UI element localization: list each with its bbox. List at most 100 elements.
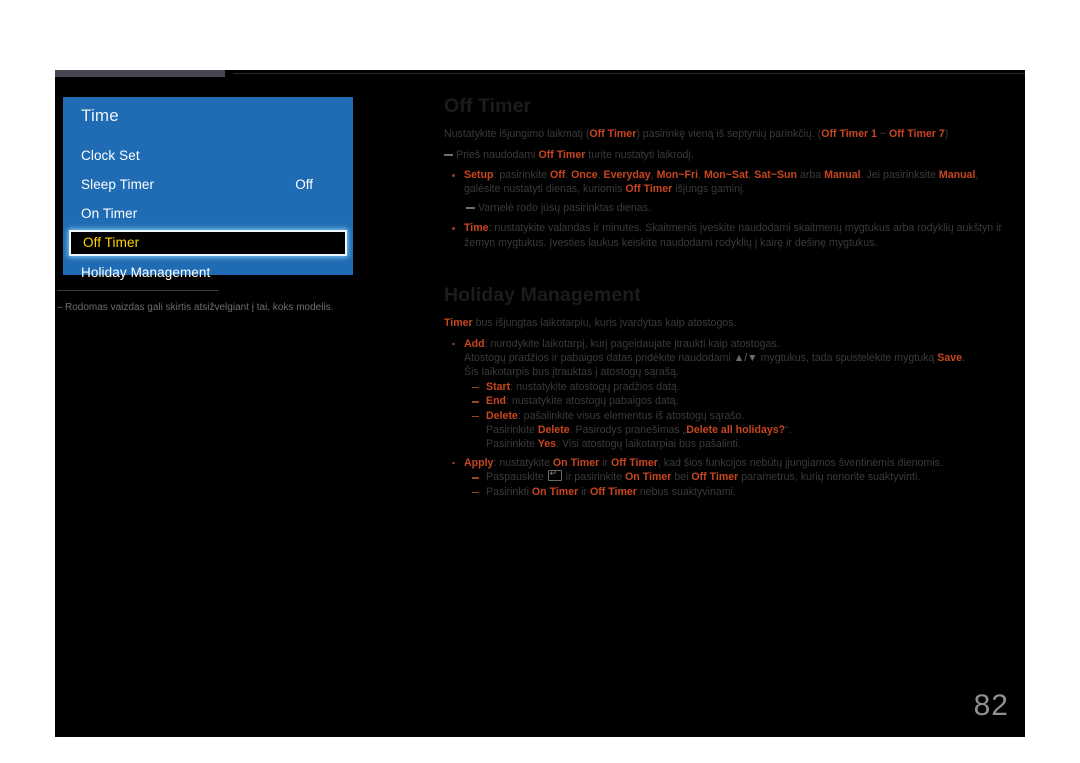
text-fragment: išjungs gaminį. bbox=[672, 183, 746, 196]
list-item-end: End: nustatykite atostogų pabaigos datą. bbox=[472, 394, 1014, 408]
manual-page-canvas: Time Clock Set Sleep Timer Off On Timer … bbox=[55, 70, 1025, 737]
page-root: Time Clock Set Sleep Timer Off On Timer … bbox=[0, 0, 1080, 763]
off-timer-checkmark-note: Varnelė rodo jūsų pasirinktas dienas. bbox=[466, 201, 1014, 216]
sidebar-item-label: Sleep Timer bbox=[81, 177, 155, 192]
osd-panel-title: Time bbox=[81, 106, 119, 125]
term-off: Off bbox=[549, 169, 566, 181]
term-once: Once bbox=[571, 169, 598, 181]
sidebar-item-label: Holiday Management bbox=[81, 265, 211, 280]
term-off-timer-1: Off Timer 1 bbox=[821, 128, 877, 140]
text-fragment: Nustatykite išjungimo laikmatį ( bbox=[444, 128, 590, 140]
text-fragment: : nustatykite bbox=[493, 456, 553, 469]
text-fragment: . Visi atostogų laikotarpiai bus pašalin… bbox=[556, 438, 741, 451]
term-manual: Manual bbox=[824, 169, 861, 181]
add-detail-line-2: Šis laikotarpis bus įtrauktas į atostogų… bbox=[464, 366, 679, 379]
term-setup: Setup bbox=[464, 169, 494, 181]
term-manual: Manual bbox=[938, 169, 976, 181]
sidebar-item-label: Clock Set bbox=[81, 148, 140, 163]
updown-arrows-icon: ▲/▼ bbox=[733, 352, 758, 365]
sidebar-item-sleep-timer[interactable]: Sleep Timer Off bbox=[63, 170, 353, 199]
text-fragment: Pasirinkite bbox=[486, 438, 538, 451]
text-fragment: “. bbox=[785, 424, 792, 437]
term-apply: Apply bbox=[464, 456, 494, 469]
text-fragment: bei bbox=[671, 471, 692, 484]
text-fragment: : nustatykite atostogų pradžios datą. bbox=[510, 380, 680, 393]
sidebar-item-value: Off bbox=[295, 177, 313, 192]
footnote: – Rodomas vaizdas gali skirtis atsižvelgi… bbox=[57, 302, 397, 313]
text-fragment: . Jei pasirinksite bbox=[860, 169, 939, 181]
term-delete: Delete bbox=[486, 409, 518, 422]
list-item-add: Add: nurodykite laikotarpį, kurį pageida… bbox=[452, 337, 1014, 452]
sidebar-item-off-timer[interactable]: Off Timer bbox=[69, 230, 347, 256]
text-fragment: parametrus, kurių nenorite suaktyvinti. bbox=[738, 471, 921, 484]
term-off-timer: Off Timer bbox=[589, 128, 637, 140]
term-off-timer: Off Timer bbox=[625, 183, 673, 196]
term-yes: Yes bbox=[537, 438, 557, 451]
term-end: End bbox=[486, 395, 507, 408]
term-on-timer: On Timer bbox=[552, 456, 600, 469]
term-on-timer: On Timer bbox=[531, 485, 579, 498]
term-everyday: Everyday bbox=[603, 169, 651, 181]
off-timer-intro: Nustatykite išjungimo laikmatį (Off Time… bbox=[444, 127, 1014, 142]
page-title-holiday-management: Holiday Management bbox=[444, 284, 641, 307]
text-fragment: bus išjungtas laikotarpiu, kuris įvardyt… bbox=[472, 317, 737, 330]
term-timer: Timer bbox=[444, 317, 473, 330]
footnote-text: Rodomas vaizdas gali skirtis atsižvelgia… bbox=[65, 302, 334, 313]
text-fragment: ) bbox=[944, 128, 949, 140]
term-off-timer: Off Timer bbox=[691, 471, 739, 484]
list-item-apply: Apply: nustatykite On Timer ir Off Timer… bbox=[452, 456, 1014, 499]
term-save: Save bbox=[937, 352, 962, 365]
page-title-off-timer: Off Timer bbox=[444, 95, 532, 117]
list-item-apply-selected: Pasirinkti On Timer ir Off Timer nebus s… bbox=[472, 485, 1014, 499]
text-fragment: ~ bbox=[876, 128, 890, 140]
text-fragment: Paspauskite bbox=[486, 471, 547, 484]
term-mon-sat: Mon~Sat bbox=[703, 169, 749, 181]
text-fragment: mygtukus, tada spustelėkite mygtuką bbox=[757, 352, 938, 365]
sidebar-item-clock-set[interactable]: Clock Set bbox=[63, 141, 353, 170]
text-fragment: nebus suaktyvinami. bbox=[636, 485, 736, 498]
text-fragment: arba bbox=[796, 169, 825, 181]
term-off-timer: Off Timer bbox=[538, 148, 586, 161]
text-fragment: Prieš naudodami bbox=[456, 148, 539, 161]
text-fragment: : pasirinkite bbox=[493, 169, 550, 181]
text-fragment: ir bbox=[578, 485, 591, 498]
holiday-apply-sublist: Paspauskite ir pasirinkite On Timer bei … bbox=[464, 467, 1014, 499]
osd-menu-panel: Time Clock Set Sleep Timer Off On Timer … bbox=[63, 97, 353, 280]
holiday-add-sublist: Start: nustatykite atostogų pradžios dat… bbox=[464, 380, 1014, 452]
header-accent-bar bbox=[55, 70, 225, 77]
holiday-add-list: Add: nurodykite laikotarpį, kurį pageida… bbox=[444, 337, 1014, 452]
enter-key-icon bbox=[547, 467, 562, 482]
footnote-divider bbox=[57, 290, 219, 291]
sidebar-item-label: On Timer bbox=[81, 206, 138, 221]
text-fragment: ir bbox=[599, 456, 612, 469]
text-fragment: . Pasirodys pranešimas „ bbox=[569, 424, 687, 437]
manual-content: Off Timer Nustatykite išjungimo laikmatį… bbox=[444, 95, 1014, 503]
text-fragment: Pasirinkti bbox=[486, 485, 532, 498]
term-mon-fri: Mon~Fri bbox=[656, 169, 699, 181]
delete-detail-line-2: Pasirinkite Yes. Visi atostogų laikotarp… bbox=[486, 437, 1014, 451]
text-fragment: Pasirinkite bbox=[486, 424, 538, 437]
sidebar-item-holiday-management[interactable]: Holiday Management bbox=[63, 258, 353, 287]
term-start: Start bbox=[486, 380, 511, 393]
term-add: Add bbox=[464, 337, 485, 350]
text-fragment: . bbox=[962, 352, 965, 365]
text-fragment: ir pasirinkite bbox=[562, 471, 626, 484]
term-on-timer: On Timer bbox=[625, 471, 672, 484]
delete-detail-line-1: Pasirinkite Delete. Pasirodys pranešimas… bbox=[486, 423, 1014, 437]
sidebar-item-on-timer[interactable]: On Timer bbox=[63, 199, 353, 228]
text-fragment: : pašalinkite visus elementus iš atostog… bbox=[517, 409, 745, 422]
off-timer-options-list: Setup: pasirinkite Off, Once, Everyday, … bbox=[444, 168, 1014, 197]
term-off-timer: Off Timer bbox=[611, 456, 658, 469]
text-fragment: : nurodykite laikotarpį, kurį pageidauja… bbox=[484, 337, 780, 350]
holiday-intro: Timer bus išjungtas laikotarpiu, kuris į… bbox=[444, 316, 1014, 331]
footnote-dash-icon: – bbox=[57, 302, 63, 313]
term-sat-sun: Sat~Sun bbox=[754, 169, 797, 181]
page-number: 82 bbox=[973, 689, 1009, 722]
osd-menu-list: Clock Set Sleep Timer Off On Timer Off T… bbox=[63, 141, 353, 287]
list-item-setup: Setup: pasirinkite Off, Once, Everyday, … bbox=[452, 168, 1014, 197]
text-fragment: , kad šios funkcijos nebūtų įjungiamos š… bbox=[657, 456, 943, 469]
term-off-timer: Off Timer bbox=[590, 485, 637, 498]
text-fragment: : nustatykite valandas ir minutes. Skait… bbox=[464, 222, 1002, 249]
text-fragment: Atostogų pradžios ir pabaigos datas prid… bbox=[464, 352, 734, 365]
header-rule bbox=[233, 73, 1025, 74]
